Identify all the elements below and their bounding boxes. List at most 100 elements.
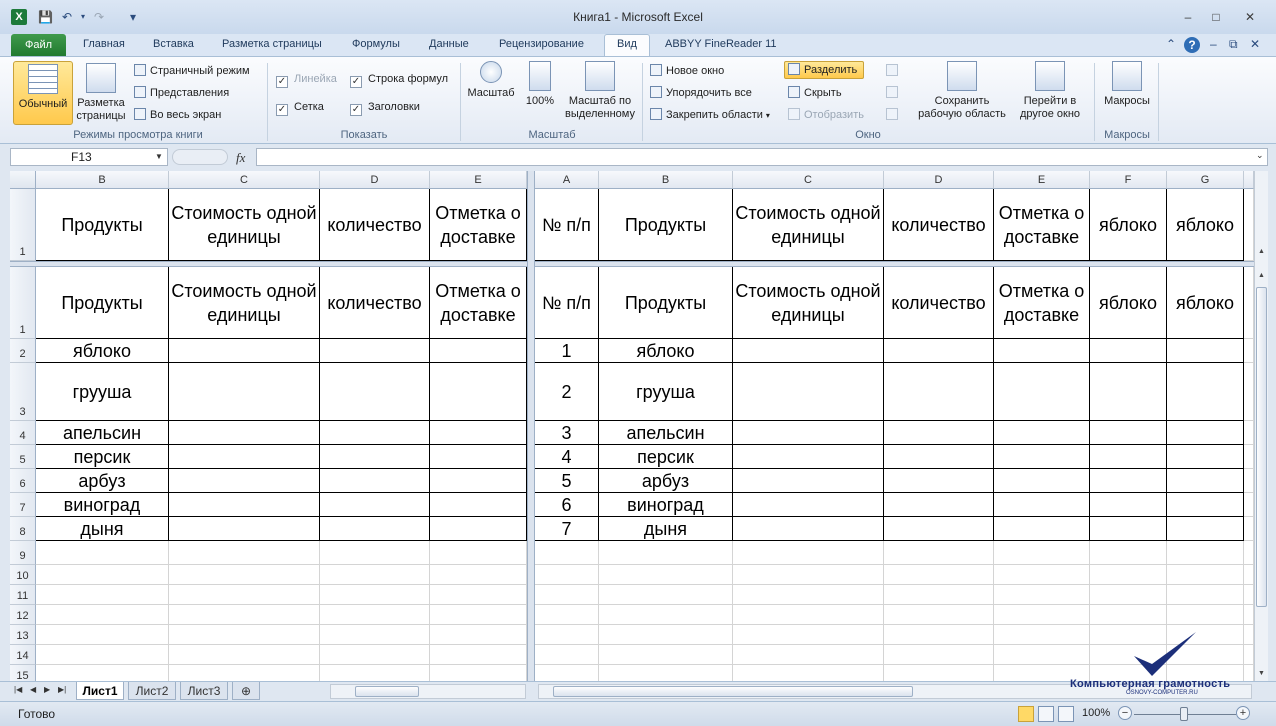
column-header-left-B[interactable]: B (36, 171, 169, 189)
table-cell[interactable] (733, 605, 884, 625)
ruler-checkbox[interactable]: ✓ Линейка (276, 71, 337, 88)
table-cell[interactable] (1244, 339, 1254, 363)
workbook-close-icon[interactable]: ✕ (1250, 37, 1260, 51)
header-cell[interactable] (1244, 189, 1254, 261)
table-cell[interactable] (1167, 363, 1244, 421)
formula-input[interactable] (256, 148, 1268, 166)
header-cell[interactable]: яблоко (1167, 189, 1244, 261)
save-workspace-button[interactable]: Сохранить рабочую область (914, 61, 1010, 121)
table-cell[interactable] (320, 565, 430, 585)
page-layout-status-icon[interactable] (1038, 706, 1054, 722)
table-cell[interactable] (884, 339, 994, 363)
header-cell[interactable]: Продукты (36, 189, 169, 261)
table-cell[interactable] (733, 625, 884, 645)
new-window-button[interactable]: Новое окно (650, 63, 724, 79)
header-cell[interactable]: Продукты (599, 189, 733, 261)
scroll-up-icon[interactable]: ▲ (1255, 269, 1268, 283)
header-cell[interactable]: количество (320, 189, 430, 261)
table-cell[interactable] (169, 339, 320, 363)
table-cell[interactable] (1090, 493, 1167, 517)
table-cell[interactable]: 7 (535, 517, 599, 541)
table-cell[interactable] (320, 517, 430, 541)
vertical-split-bar[interactable] (527, 171, 535, 681)
table-cell[interactable] (430, 469, 527, 493)
table-cell[interactable] (994, 469, 1090, 493)
table-cell[interactable] (169, 625, 320, 645)
table-cell[interactable] (1090, 339, 1167, 363)
table-cell[interactable] (884, 363, 994, 421)
row-header-3[interactable]: 3 (10, 363, 36, 421)
table-cell[interactable] (169, 565, 320, 585)
column-header-right-H[interactable] (1244, 171, 1254, 189)
table-cell[interactable] (1090, 421, 1167, 445)
header-cell[interactable]: Отметка о доставке (430, 267, 527, 339)
table-cell[interactable] (1167, 541, 1244, 565)
table-cell[interactable] (733, 565, 884, 585)
table-cell[interactable] (1090, 363, 1167, 421)
horizontal-scroll-thumb[interactable] (553, 686, 913, 697)
headings-checkbox[interactable]: ✓ Заголовки (350, 99, 420, 116)
page-layout-view-button[interactable]: Разметка страницы (74, 63, 128, 123)
table-cell[interactable] (1090, 605, 1167, 625)
table-cell[interactable] (1167, 605, 1244, 625)
table-cell[interactable] (1244, 565, 1254, 585)
table-cell[interactable] (884, 585, 994, 605)
table-cell[interactable] (535, 541, 599, 565)
freeze-panes-button[interactable]: Закрепить области ▾ (650, 107, 770, 123)
table-cell[interactable] (1090, 541, 1167, 565)
table-cell[interactable] (36, 565, 169, 585)
tab-file[interactable]: Файл (11, 34, 66, 56)
full-screen-button[interactable]: Во весь экран (134, 107, 221, 123)
table-cell[interactable]: 4 (535, 445, 599, 469)
table-cell[interactable] (1244, 585, 1254, 605)
table-cell[interactable] (1167, 421, 1244, 445)
reset-window-position-icon[interactable] (886, 107, 902, 123)
row-header-1-top[interactable]: 1 (10, 189, 36, 261)
table-cell[interactable] (1244, 445, 1254, 469)
header-cell[interactable]: № п/п (535, 189, 599, 261)
table-cell[interactable] (733, 645, 884, 665)
table-cell[interactable] (169, 517, 320, 541)
column-header-right-B[interactable]: B (599, 171, 733, 189)
table-cell[interactable] (733, 517, 884, 541)
table-cell[interactable]: дыня (36, 517, 169, 541)
table-cell[interactable] (1244, 517, 1254, 541)
table-cell[interactable] (1090, 565, 1167, 585)
table-cell[interactable] (430, 493, 527, 517)
table-cell[interactable] (884, 605, 994, 625)
table-cell[interactable] (430, 565, 527, 585)
header-cell[interactable]: количество (320, 267, 430, 339)
sheet-tab-3[interactable]: Лист3 (180, 682, 228, 700)
table-cell[interactable] (884, 541, 994, 565)
column-header-left-E[interactable]: E (430, 171, 527, 189)
table-cell[interactable] (733, 541, 884, 565)
hide-button[interactable]: Скрыть (788, 85, 842, 101)
table-cell[interactable] (884, 421, 994, 445)
table-cell[interactable] (884, 645, 994, 665)
sheet-tab-1[interactable]: Лист1 (76, 682, 124, 700)
column-header-right-F[interactable]: F (1090, 171, 1167, 189)
table-cell[interactable] (1167, 493, 1244, 517)
minimize-button[interactable]: – (1176, 8, 1200, 26)
header-cell[interactable]: Стоимость одной единицы (733, 189, 884, 261)
table-cell[interactable] (430, 625, 527, 645)
table-cell[interactable] (599, 605, 733, 625)
header-cell[interactable]: количество (884, 189, 994, 261)
row-header-6[interactable]: 6 (10, 469, 36, 493)
zoom-button[interactable]: Масштаб (466, 61, 516, 100)
table-cell[interactable] (430, 541, 527, 565)
workbook-minimize-icon[interactable]: – (1210, 37, 1217, 51)
table-cell[interactable] (884, 565, 994, 585)
table-cell[interactable] (733, 363, 884, 421)
table-cell[interactable] (1090, 585, 1167, 605)
header-cell[interactable]: Стоимость одной единицы (169, 267, 320, 339)
view-side-by-side-icon[interactable] (886, 63, 902, 79)
table-cell[interactable]: арбуз (599, 469, 733, 493)
insert-function-icon[interactable]: fx (236, 150, 245, 166)
table-cell[interactable] (733, 339, 884, 363)
header-cell[interactable]: Отметка о доставке (430, 189, 527, 261)
scroll-down-icon[interactable]: ▼ (1255, 667, 1268, 681)
table-cell[interactable] (320, 493, 430, 517)
table-cell[interactable]: грууша (599, 363, 733, 421)
synchronous-scroll-icon[interactable] (886, 85, 902, 101)
